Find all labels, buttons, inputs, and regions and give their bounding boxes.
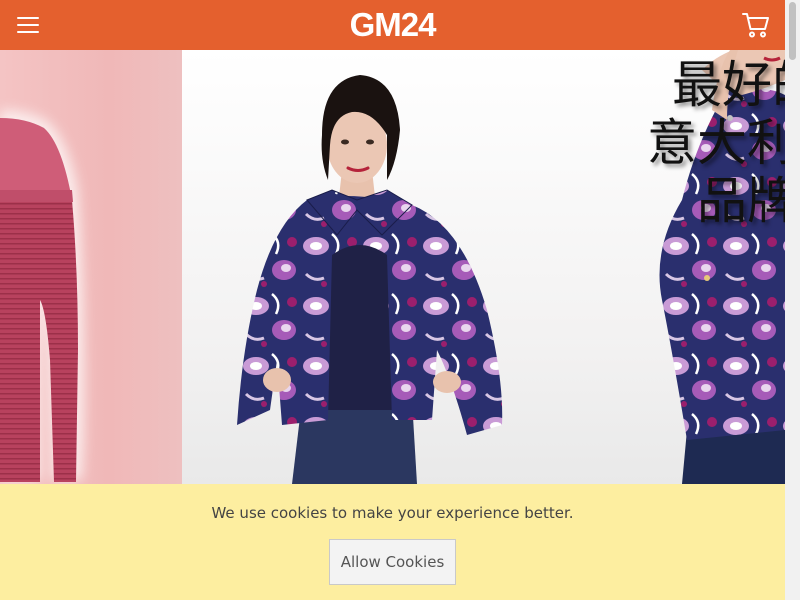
carousel-slide-previous[interactable] [0, 50, 182, 484]
pink-sweater-image [0, 110, 85, 482]
cookie-message: We use cookies to make your experience b… [211, 504, 574, 522]
allow-cookies-button[interactable]: Allow Cookies [329, 539, 456, 585]
carousel-slide-active[interactable]: 最好的 意大利语 品牌 [182, 50, 785, 484]
slogan-line: 意大利语 [647, 114, 785, 172]
page-scrollbar[interactable] [785, 0, 800, 600]
top-header: GM24 [0, 0, 785, 50]
page: GM24 最好 意大利 品牌 We use cookies to make yo… [0, 0, 785, 600]
hero-carousel[interactable]: 最好的 意大利语 品牌 [0, 50, 785, 484]
slogan-line: 品牌 [697, 172, 785, 230]
cart-button[interactable] [741, 10, 771, 40]
slogan-line: 最好的 [672, 56, 785, 114]
shopping-cart-icon [742, 13, 769, 38]
site-logo[interactable]: GM24 [0, 5, 785, 45]
scrollbar-thumb[interactable] [789, 2, 796, 60]
hero-slogan: 最好的 意大利语 品牌 [632, 56, 785, 230]
cookie-banner: We use cookies to make your experience b… [0, 484, 785, 600]
